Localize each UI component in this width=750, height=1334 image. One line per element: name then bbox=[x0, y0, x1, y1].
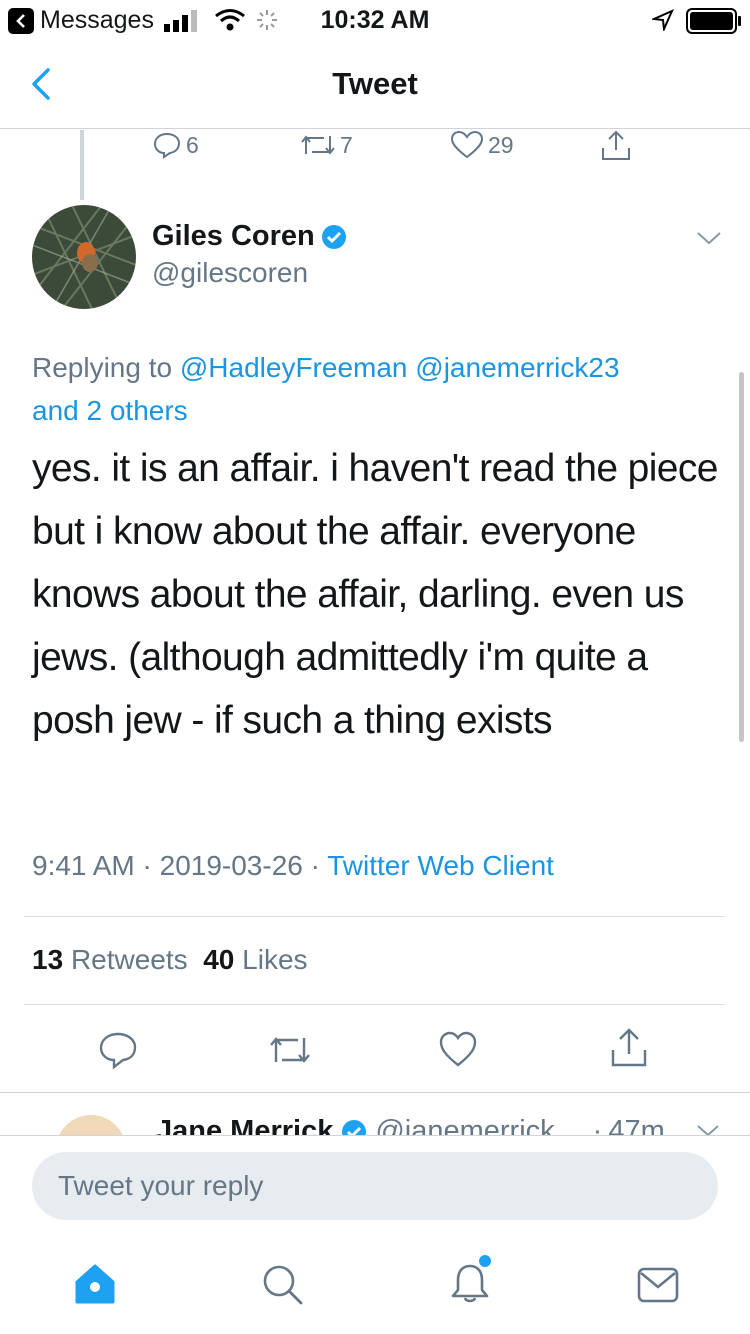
chevron-down-icon bbox=[697, 1125, 719, 1136]
divider bbox=[24, 916, 725, 917]
author-name: Giles Coren bbox=[152, 220, 315, 252]
avatar bbox=[56, 1115, 126, 1136]
nav-divider bbox=[0, 128, 750, 129]
reply-icon bbox=[99, 1032, 137, 1070]
messages-icon bbox=[637, 1267, 679, 1303]
tweet-source-link[interactable]: Twitter Web Client bbox=[327, 850, 554, 881]
reply-icon bbox=[153, 132, 181, 159]
like-label: Likes bbox=[242, 944, 308, 975]
like-count: 40 bbox=[203, 944, 235, 975]
reply-author-name: Jane Merrick bbox=[156, 1115, 334, 1136]
share-button[interactable] bbox=[608, 1026, 650, 1075]
replying-others-link[interactable]: and 2 others bbox=[32, 395, 188, 426]
status-time: 10:32 AM bbox=[320, 6, 430, 34]
tab-home[interactable] bbox=[72, 1262, 118, 1311]
thread-connector-line bbox=[80, 130, 84, 200]
parent-retweet-count: 7 bbox=[340, 131, 353, 158]
tweet-date: 2019-03-26 bbox=[159, 850, 303, 881]
replying-prefix: Replying to bbox=[32, 352, 173, 383]
retweet-count: 13 bbox=[32, 944, 64, 975]
replying-to-users-link[interactable]: @HadleyFreeman @janemerrick23 bbox=[180, 352, 620, 383]
parent-retweet-button[interactable]: 7 bbox=[298, 130, 353, 160]
robin-photo-icon bbox=[32, 205, 136, 309]
home-icon bbox=[75, 1264, 115, 1304]
author-name-row[interactable]: Giles Coren bbox=[152, 220, 347, 253]
parent-like-count: 29 bbox=[488, 131, 514, 158]
share-icon bbox=[611, 1028, 647, 1067]
likes-link[interactable]: 40 Likes bbox=[203, 944, 307, 975]
tweet-time: 9:41 AM bbox=[32, 850, 135, 881]
reply-menu-button[interactable] bbox=[694, 1121, 722, 1136]
parent-share-button[interactable] bbox=[598, 128, 634, 164]
parent-reply-button[interactable]: 6 bbox=[152, 130, 199, 160]
reply-age: 47m bbox=[608, 1115, 665, 1136]
tab-notifications[interactable] bbox=[448, 1254, 496, 1311]
tab-messages[interactable] bbox=[636, 1266, 680, 1309]
retweets-link[interactable]: 13 Retweets bbox=[32, 944, 188, 975]
heart-icon bbox=[450, 130, 484, 159]
reply-author-handle: @janemerrick bbox=[375, 1115, 555, 1136]
tab-search[interactable] bbox=[260, 1262, 306, 1313]
retweet-button[interactable] bbox=[266, 1030, 314, 1075]
reply-input[interactable]: Tweet your reply bbox=[32, 1152, 718, 1220]
like-button[interactable] bbox=[438, 1030, 478, 1075]
battery-icon bbox=[686, 8, 742, 39]
retweet-icon bbox=[301, 135, 335, 155]
next-reply-preview[interactable]: Jane Merrick @janemerrick · 47m bbox=[0, 1093, 750, 1136]
divider bbox=[24, 1004, 725, 1005]
verified-badge-icon bbox=[341, 1119, 367, 1136]
tweet-text: yes. it is an affair. i haven't read the… bbox=[32, 447, 718, 742]
verified-badge-icon bbox=[321, 224, 347, 250]
retweet-label: Retweets bbox=[70, 944, 188, 975]
tweet-menu-button[interactable] bbox=[694, 226, 724, 255]
search-icon bbox=[263, 1265, 303, 1305]
status-bar: Messages 10:32 AM bbox=[0, 0, 750, 40]
reply-bar-divider bbox=[0, 1135, 750, 1136]
author-handle[interactable]: @gilescoren bbox=[152, 257, 308, 289]
scrollbar[interactable] bbox=[739, 372, 744, 742]
notifications-icon bbox=[451, 1255, 491, 1303]
location-icon bbox=[650, 9, 674, 36]
reply-author-row: Jane Merrick @janemerrick · 47m bbox=[156, 1115, 665, 1136]
tweet-meta: 9:41 AM · 2019-03-26 · Twitter Web Clien… bbox=[32, 850, 554, 881]
share-icon bbox=[602, 130, 630, 160]
retweet-icon bbox=[270, 1037, 310, 1063]
chevron-down-icon bbox=[697, 232, 721, 245]
reply-placeholder: Tweet your reply bbox=[58, 1170, 264, 1201]
parent-like-button[interactable]: 29 bbox=[450, 130, 514, 160]
heart-icon bbox=[439, 1031, 477, 1067]
parent-reply-count: 6 bbox=[186, 131, 199, 158]
engagement-counts: 13 Retweets 40 Likes bbox=[32, 944, 308, 976]
replying-to: Replying to @HadleyFreeman @janemerrick2… bbox=[32, 346, 712, 432]
reply-button[interactable] bbox=[98, 1030, 138, 1075]
avatar[interactable] bbox=[32, 205, 136, 309]
page-title: Tweet bbox=[332, 66, 418, 101]
